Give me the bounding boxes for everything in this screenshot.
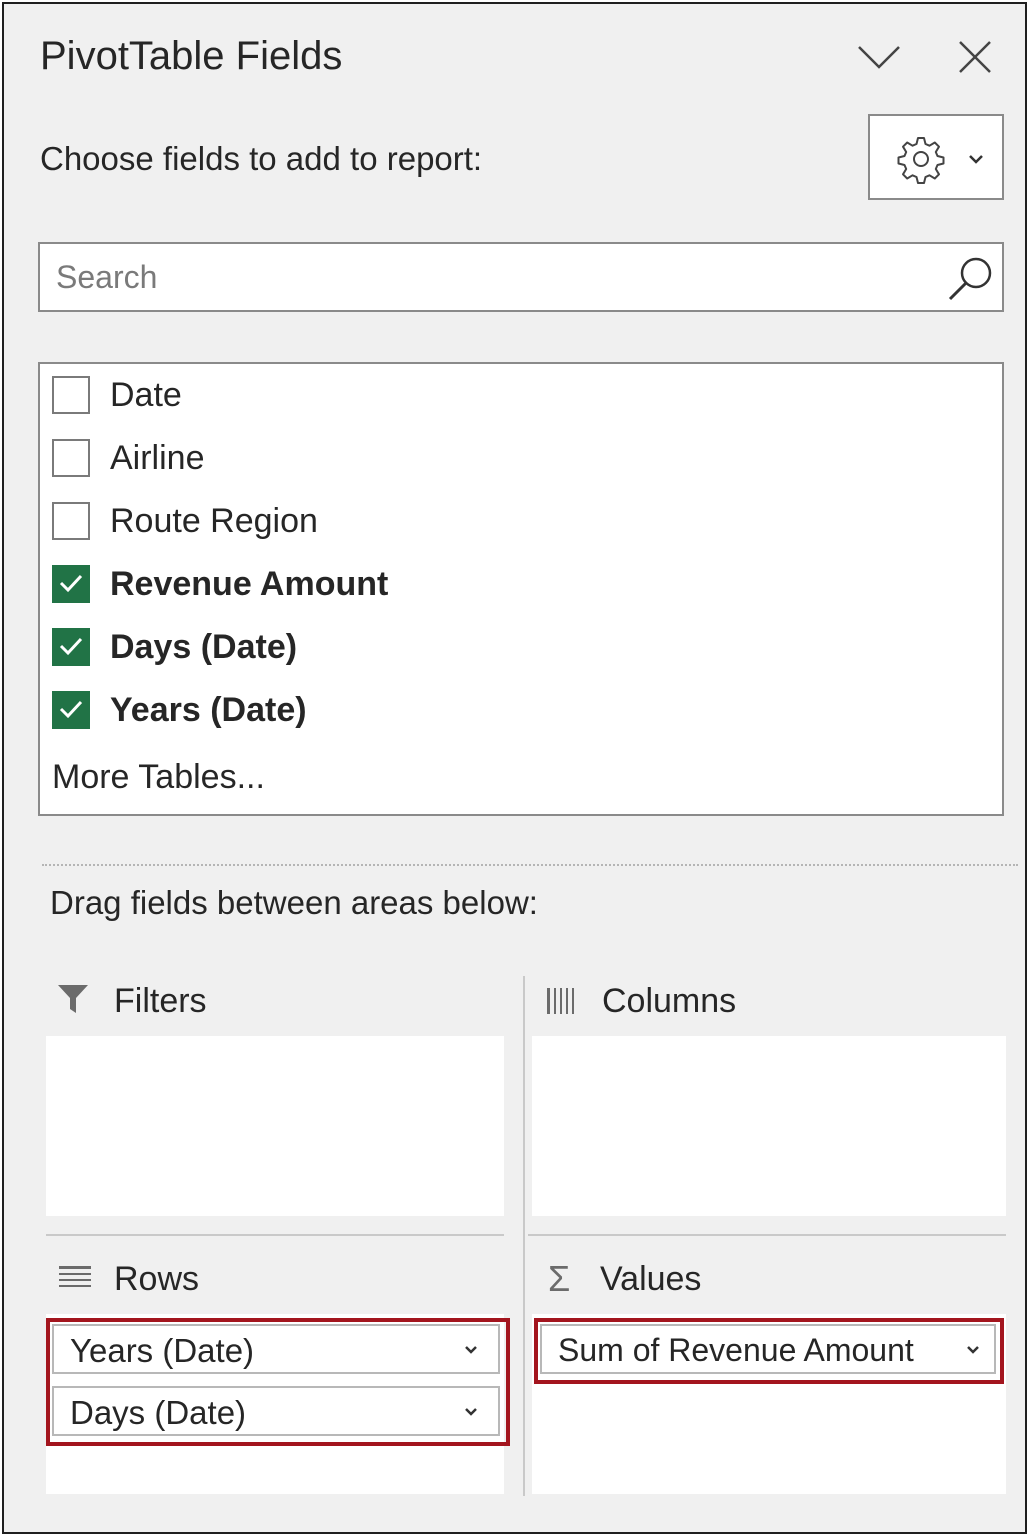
chip-label: Days (Date) <box>70 1394 247 1431</box>
search-box[interactable] <box>38 242 1004 312</box>
values-area-label: Values <box>600 1260 702 1298</box>
chevron-down-icon[interactable] <box>856 42 902 72</box>
field-label: Days (Date) <box>110 628 298 666</box>
field-item-days-date[interactable]: Days (Date) <box>52 622 952 672</box>
rows-chip-days-date[interactable]: Days (Date) <box>52 1386 500 1436</box>
filters-drop-zone[interactable] <box>46 1036 504 1216</box>
tools-button[interactable] <box>868 114 1004 200</box>
field-item-years-date[interactable]: Years (Date) <box>52 685 952 735</box>
divider <box>42 864 1018 866</box>
field-label: Airline <box>110 439 205 477</box>
chip-label: Years (Date) <box>70 1332 255 1369</box>
columns-area-label: Columns <box>602 982 737 1020</box>
chevron-down-icon[interactable] <box>462 1344 480 1356</box>
field-checkbox[interactable] <box>52 502 90 540</box>
field-item-date[interactable]: Date <box>52 370 952 420</box>
search-input[interactable] <box>56 254 936 300</box>
values-chip-sum-of-revenue-amount[interactable]: Sum of Revenue Amount <box>540 1324 996 1374</box>
area-separator-vertical <box>523 976 525 1496</box>
field-label: Route Region <box>110 502 318 540</box>
more-tables-link[interactable]: More Tables... <box>52 758 265 797</box>
field-label: Revenue Amount <box>110 565 389 603</box>
filters-area-label: Filters <box>114 982 207 1020</box>
field-item-route-region[interactable]: Route Region <box>52 496 952 546</box>
area-separator-horizontal <box>528 1234 1006 1236</box>
rows-chip-years-date[interactable]: Years (Date) <box>52 1324 500 1374</box>
area-separator-horizontal <box>46 1234 504 1236</box>
chevron-down-icon[interactable] <box>964 1344 982 1356</box>
chevron-down-icon <box>969 155 983 164</box>
field-checkbox[interactable] <box>52 439 90 477</box>
field-item-revenue-amount[interactable]: Revenue Amount <box>52 559 952 609</box>
field-item-airline[interactable]: Airline <box>52 433 952 483</box>
choose-fields-label: Choose fields to add to report: <box>40 140 483 177</box>
sigma-icon: Σ <box>548 1258 571 1299</box>
drag-hint-label: Drag fields between areas below: <box>50 884 538 921</box>
pivottable-fields-pane: PivotTable Fields Choose fields to add t… <box>2 2 1027 1534</box>
field-list: Date Airline Route Region Revenue Amount… <box>38 362 1004 816</box>
checkmark-icon <box>59 700 83 719</box>
filter-icon <box>58 985 88 1013</box>
close-icon[interactable] <box>956 38 994 76</box>
field-label: Date <box>110 376 182 414</box>
field-checkbox-checked[interactable] <box>52 628 90 666</box>
gear-icon <box>897 137 945 184</box>
rows-icon <box>59 1266 91 1287</box>
search-icon[interactable] <box>944 252 998 306</box>
field-label: Years (Date) <box>110 691 307 729</box>
columns-drop-zone[interactable] <box>532 1036 1006 1216</box>
chip-label: Sum of Revenue Amount <box>558 1332 914 1368</box>
chevron-down-icon[interactable] <box>462 1406 480 1418</box>
field-checkbox-checked[interactable] <box>52 691 90 729</box>
checkmark-icon <box>59 574 83 593</box>
rows-area-label: Rows <box>114 1260 200 1298</box>
pane-title: PivotTable Fields <box>40 34 343 78</box>
field-checkbox-checked[interactable] <box>52 565 90 603</box>
checkmark-icon <box>59 637 83 656</box>
field-checkbox[interactable] <box>52 376 90 414</box>
columns-icon <box>547 988 574 1014</box>
